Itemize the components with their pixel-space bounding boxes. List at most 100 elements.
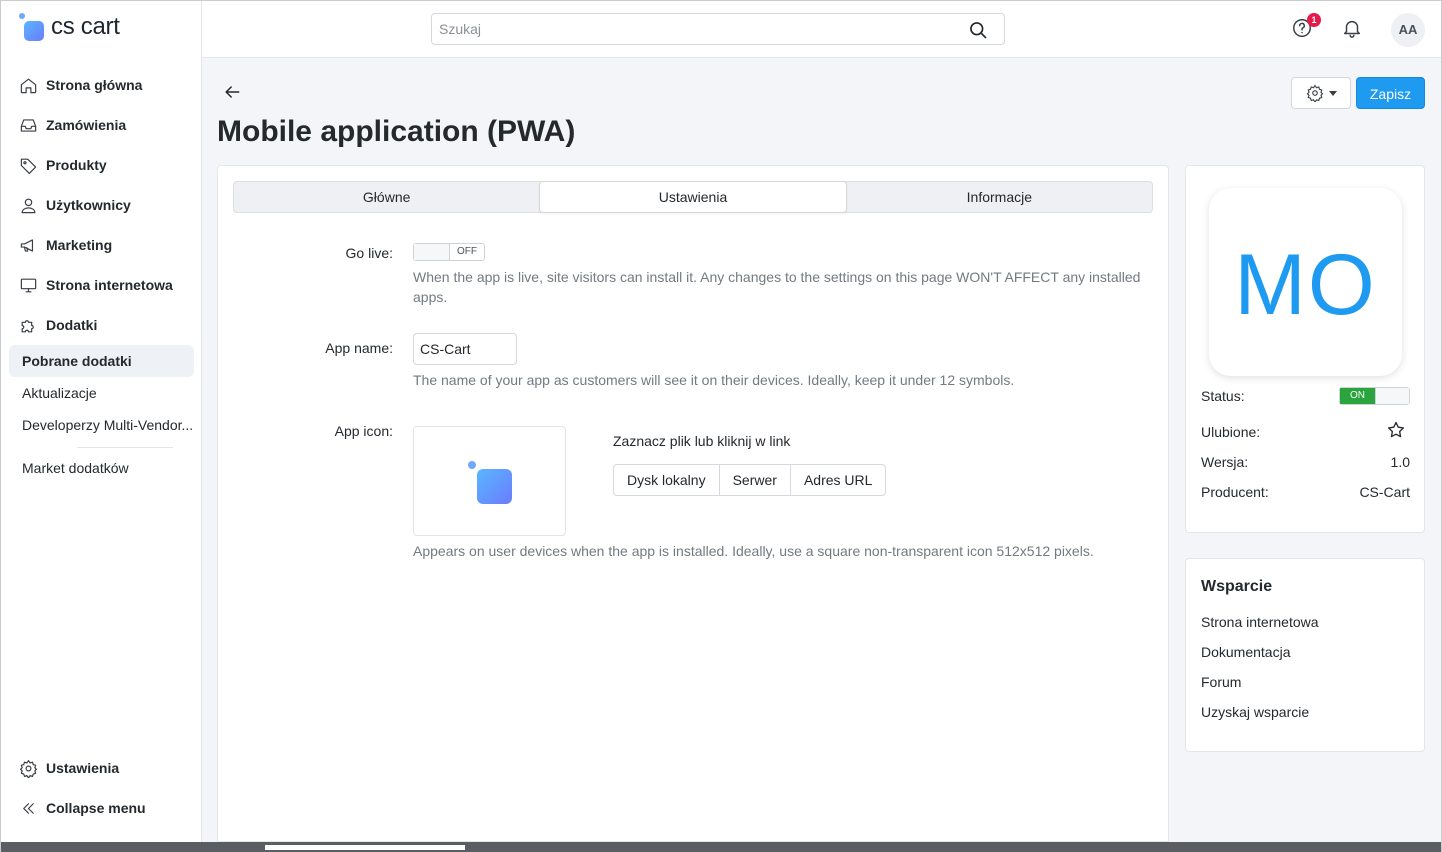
- status-toggle[interactable]: ON: [1339, 387, 1410, 405]
- app-name-label: App name:: [325, 340, 393, 356]
- addon-logo: MO: [1209, 188, 1402, 376]
- go-live-label: Go live:: [345, 245, 393, 261]
- addon-info-card: MO Status: ON Ulubione: Wersja: 1.0 Prod…: [1185, 165, 1425, 533]
- sidebar-item-marketing[interactable]: Marketing: [1, 225, 201, 265]
- sidebar-item-settings[interactable]: Ustawienia: [1, 748, 201, 788]
- upload-source-buttons: Dysk lokalny Serwer Adres URL: [613, 464, 887, 496]
- url-button[interactable]: Adres URL: [791, 465, 885, 495]
- sidebar-divider: [77, 447, 173, 448]
- sidebar-item-label: Ustawienia: [46, 760, 120, 776]
- brand-logo[interactable]: cs cart: [19, 13, 120, 41]
- notification-badge: 1: [1307, 13, 1321, 27]
- support-link-get-support[interactable]: Uzyskaj wsparcie: [1201, 704, 1309, 720]
- sidebar: cs cart Strona główna Zamówienia Produkt…: [1, 1, 202, 842]
- search-icon[interactable]: [968, 20, 988, 40]
- search-box: [431, 13, 1005, 45]
- sidebar-subitem-downloaded-addons[interactable]: Pobrane dodatki: [9, 345, 194, 377]
- favorite-row: Ulubione:: [1201, 420, 1410, 443]
- save-button[interactable]: Zapisz: [1356, 77, 1425, 109]
- sidebar-subitem-updates[interactable]: Aktualizacje: [9, 377, 194, 409]
- sidebar-item-label: Collapse menu: [46, 800, 146, 816]
- brand-name: cs cart: [51, 13, 120, 40]
- support-title: Wsparcie: [1201, 578, 1273, 595]
- back-button[interactable]: [222, 82, 244, 104]
- sidebar-item-label: Dodatki: [46, 317, 98, 333]
- sidebar-subitem-addons-market[interactable]: Market dodatków: [9, 452, 194, 484]
- page-title: Mobile application (PWA): [217, 115, 576, 148]
- go-live-help: When the app is live, site visitors can …: [413, 269, 1141, 305]
- status-label: Status:: [1201, 388, 1245, 404]
- sidebar-item-website[interactable]: Strona internetowa: [1, 265, 201, 305]
- sidebar-item-addons[interactable]: Dodatki: [1, 305, 201, 345]
- go-live-toggle[interactable]: OFF: [413, 243, 485, 261]
- main-nav: Strona główna Zamówienia Produkty Użytko…: [1, 65, 201, 345]
- sidebar-item-home[interactable]: Strona główna: [1, 65, 201, 105]
- arrow-left-icon: [225, 86, 240, 98]
- home-icon: [18, 75, 38, 95]
- toggle-knob: [1375, 388, 1409, 404]
- sidebar-item-label: Użytkownicy: [46, 197, 131, 213]
- sidebar-item-label: Marketing: [46, 237, 113, 253]
- scrollbar-thumb[interactable]: [265, 845, 465, 850]
- sidebar-item-products[interactable]: Produkty: [1, 145, 201, 185]
- monitor-icon: [18, 275, 38, 295]
- sidebar-item-label: Produkty: [46, 157, 107, 173]
- bell-icon: [1343, 20, 1361, 38]
- help-button[interactable]: 1: [1291, 13, 1321, 41]
- tabs: Główne Ustawienia Informacje: [233, 181, 1153, 213]
- gear-icon: [1306, 84, 1323, 102]
- tab-settings[interactable]: Ustawienia: [539, 181, 847, 213]
- gear-icon: [18, 758, 38, 778]
- upload-hint: Zaznacz plik lub kliknij w link: [613, 433, 791, 449]
- developer-label: Producent:: [1201, 484, 1269, 500]
- user-icon: [18, 195, 38, 215]
- tag-icon: [18, 155, 38, 175]
- sidebar-item-label: Strona internetowa: [46, 277, 173, 293]
- version-value: 1.0: [1390, 454, 1410, 470]
- double-chevron-left-icon: [18, 798, 38, 818]
- star-icon[interactable]: [1386, 420, 1406, 443]
- horizontal-scrollbar[interactable]: [1, 842, 1441, 852]
- local-disk-button[interactable]: Dysk lokalny: [614, 465, 720, 495]
- addon-logo-text: MO: [1234, 237, 1377, 333]
- collapse-menu-button[interactable]: Collapse menu: [1, 788, 201, 828]
- cs-cart-logo-icon: [19, 13, 47, 41]
- inbox-icon: [18, 115, 38, 135]
- top-bar: 1 AA: [202, 1, 1441, 58]
- server-button[interactable]: Serwer: [720, 465, 791, 495]
- version-row: Wersja: 1.0: [1201, 454, 1410, 470]
- support-card: Wsparcie Strona internetowa Dokumentacja…: [1185, 558, 1425, 752]
- settings-card: Główne Ustawienia Informacje Go live: OF…: [217, 165, 1169, 842]
- developer-value: CS-Cart: [1359, 484, 1410, 500]
- toggle-state: ON: [1340, 388, 1375, 404]
- app-icon-help: Appears on user devices when the app is …: [413, 543, 1094, 559]
- toggle-state: OFF: [457, 246, 477, 257]
- sidebar-item-orders[interactable]: Zamówienia: [1, 105, 201, 145]
- status-row: Status: ON: [1201, 387, 1410, 405]
- support-link-documentation[interactable]: Dokumentacja: [1201, 644, 1291, 660]
- app-name-field[interactable]: [413, 333, 517, 365]
- app-icon-label: App icon:: [334, 423, 393, 439]
- developer-row: Producent: CS-Cart: [1201, 484, 1410, 500]
- megaphone-icon: [18, 235, 38, 255]
- settings-dropdown-button[interactable]: [1291, 77, 1351, 109]
- puzzle-icon: [18, 315, 38, 335]
- avatar[interactable]: AA: [1391, 13, 1425, 47]
- notifications-button[interactable]: [1341, 17, 1365, 41]
- support-link-forum[interactable]: Forum: [1201, 674, 1241, 690]
- app-icon-preview: [413, 426, 566, 536]
- sidebar-item-users[interactable]: Użytkownicy: [1, 185, 201, 225]
- support-link-website[interactable]: Strona internetowa: [1201, 614, 1319, 630]
- tab-information[interactable]: Informacje: [847, 182, 1152, 212]
- sidebar-item-label: Strona główna: [46, 77, 143, 93]
- sidebar-subitem-multivendor-developers[interactable]: Developerzy Multi-Vendor...: [9, 409, 194, 441]
- favorite-label: Ulubione:: [1201, 423, 1261, 440]
- sidebar-item-label: Zamówienia: [46, 117, 127, 133]
- toggle-knob: [414, 244, 450, 260]
- chevron-down-icon: [1328, 90, 1337, 96]
- search-input[interactable]: [432, 14, 952, 44]
- sidebar-bottom: Ustawienia Collapse menu: [1, 748, 201, 828]
- tab-general[interactable]: Główne: [234, 182, 539, 212]
- app-name-help: The name of your app as customers will s…: [413, 372, 1015, 388]
- version-label: Wersja:: [1201, 454, 1249, 470]
